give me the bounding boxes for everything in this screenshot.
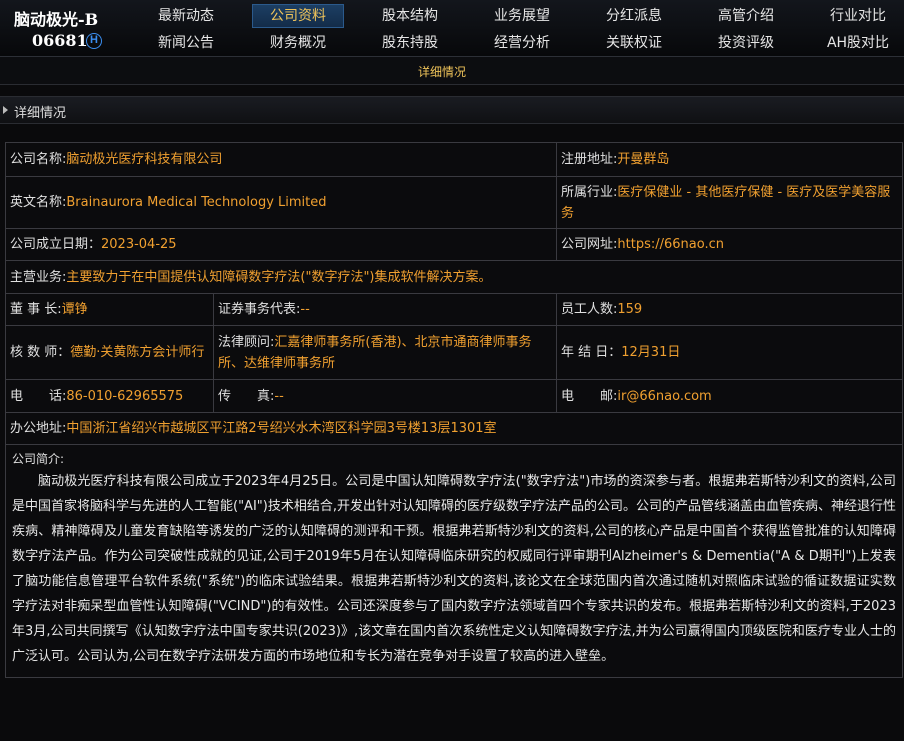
stock-code: 06681 xyxy=(32,31,88,50)
company-name-label: 公司名称: xyxy=(10,152,67,167)
fax-value: -- xyxy=(274,388,284,404)
company-name-cell: 公司名称:脑动极光医疗科技有限公司 xyxy=(5,142,557,177)
en-name-value: Brainaurora Medical Technology Limited xyxy=(66,195,327,210)
website-cell: 公司网址:https://66nao.cn xyxy=(556,228,903,261)
en-name-cell: 英文名称:Brainaurora Medical Technology Limi… xyxy=(5,176,557,229)
triangle-right-icon xyxy=(3,106,8,114)
auditor-label: 核 数 师： xyxy=(10,345,71,360)
fiscal-value: 12月31日 xyxy=(621,345,681,360)
nav-investment-rating[interactable]: 投资评级 xyxy=(700,31,792,55)
nav-share-structure[interactable]: 股本结构 xyxy=(364,4,456,28)
phone-value: 86-010-62965575 xyxy=(66,388,184,404)
chairman-value: 谭铮 xyxy=(61,302,88,317)
reg-addr-cell: 注册地址:开曼群岛 xyxy=(556,142,903,177)
profile-label: 公司简介: xyxy=(12,452,65,466)
phone-label: 电 话: xyxy=(10,388,67,404)
legal-label: 法律顾问: xyxy=(218,334,275,350)
business-label: 主营业务: xyxy=(10,269,67,285)
website-label: 公司网址: xyxy=(561,237,618,252)
profile-text: 脑动极光医疗科技有限公司成立于2023年4月25日。公司是中国认知障碍数字疗法(… xyxy=(12,474,896,664)
founded-label: 公司成立日期： xyxy=(10,237,102,252)
nav-financial-summary[interactable]: 财务概况 xyxy=(252,31,344,55)
founded-cell: 公司成立日期：2023-04-25 xyxy=(5,228,557,261)
subtab-details[interactable]: 详细情况 xyxy=(418,63,466,80)
nav-latest-news[interactable]: 最新动态 xyxy=(140,4,232,28)
secretary-value: -- xyxy=(300,302,310,317)
website-link[interactable]: https://66nao.cn xyxy=(617,237,724,252)
nav-dividends[interactable]: 分红派息 xyxy=(588,4,680,28)
stock-identity: 脑动极光-B 06681 H xyxy=(0,0,130,57)
employees-value: 159 xyxy=(617,302,643,317)
office-cell: 办公地址:中国浙江省绍兴市越城区平江路2号绍兴水木湾区科学园3号楼13层1301… xyxy=(5,412,903,445)
nav-related-warrants[interactable]: 关联权证 xyxy=(588,31,680,55)
chairman-label: 董 事 长: xyxy=(10,302,62,317)
nav-business-outlook[interactable]: 业务展望 xyxy=(476,4,568,28)
secretary-label: 证券事务代表: xyxy=(218,302,301,317)
nav-shareholders[interactable]: 股东持股 xyxy=(364,31,456,55)
stock-name: 脑动极光-B xyxy=(14,10,99,29)
legal-cell: 法律顾问:汇嘉律师事务所(香港)、北京市通商律师事务所、达维律师事务所 xyxy=(213,325,557,380)
fax-cell: 传 真:-- xyxy=(213,379,557,413)
main-nav: 最新动态 公司资料 股本结构 业务展望 分红派息 高管介绍 行业对比 新闻公告 … xyxy=(130,3,904,57)
auditor-cell: 核 数 师：德勤·关黄陈方会计师行 xyxy=(5,325,214,380)
en-name-label: 英文名称: xyxy=(10,195,67,210)
secretary-cell: 证券事务代表:-- xyxy=(213,293,557,326)
fiscal-cell: 年 结 日：12月31日 xyxy=(556,325,903,380)
email-cell: 电 邮:ir@66nao.com xyxy=(556,379,903,413)
sub-nav: 详细情况 xyxy=(0,57,904,85)
industry-cell: 所属行业:医疗保健业 - 其他医疗保健 - 医疗及医学美容服务 xyxy=(556,176,903,229)
email-link[interactable]: ir@66nao.com xyxy=(617,389,711,404)
office-label: 办公地址: xyxy=(10,421,67,436)
section-header: 详细情况 xyxy=(0,96,904,124)
fax-label: 传 真: xyxy=(218,388,275,404)
nav-company-profile[interactable]: 公司资料 xyxy=(252,4,344,28)
reg-addr-value: 开曼群岛 xyxy=(617,152,670,167)
business-value: 主要致力于在中国提供认知障碍数字疗法("数字疗法")集成软件解决方案。 xyxy=(66,269,492,285)
fiscal-label: 年 结 日： xyxy=(561,345,622,360)
auditor-value: 德勤·关黄陈方会计师行 xyxy=(70,345,205,360)
industry-label: 所属行业: xyxy=(561,184,618,200)
nav-ah-compare[interactable]: AH股对比 xyxy=(812,31,904,55)
company-info-table: 公司名称:脑动极光医疗科技有限公司 注册地址:开曼群岛 英文名称:Brainau… xyxy=(5,142,903,678)
top-header: 脑动极光-B 06681 H 最新动态 公司资料 股本结构 业务展望 分红派息 … xyxy=(0,0,904,57)
nav-operations-analysis[interactable]: 经营分析 xyxy=(476,31,568,55)
nav-announcements[interactable]: 新闻公告 xyxy=(140,31,232,55)
nav-executives[interactable]: 高管介绍 xyxy=(700,4,792,28)
section-title: 详细情况 xyxy=(14,106,67,121)
reg-addr-label: 注册地址: xyxy=(561,152,618,167)
phone-cell: 电 话:86-010-62965575 xyxy=(5,379,214,413)
nav-industry-compare[interactable]: 行业对比 xyxy=(812,4,904,28)
email-label: 电 邮: xyxy=(561,388,618,404)
hk-market-icon: H xyxy=(86,33,102,49)
office-value: 中国浙江省绍兴市越城区平江路2号绍兴水木湾区科学园3号楼13层1301室 xyxy=(66,421,497,436)
chairman-cell: 董 事 长:谭铮 xyxy=(5,293,214,326)
employees-cell: 员工人数:159 xyxy=(556,293,903,326)
employees-label: 员工人数: xyxy=(561,302,618,317)
profile-cell: 公司简介: 脑动极光医疗科技有限公司成立于2023年4月25日。公司是中国认知障… xyxy=(5,444,903,678)
business-cell: 主营业务:主要致力于在中国提供认知障碍数字疗法("数字疗法")集成软件解决方案。 xyxy=(5,260,903,294)
founded-value: 2023-04-25 xyxy=(101,237,177,252)
company-name-value: 脑动极光医疗科技有限公司 xyxy=(66,152,223,167)
